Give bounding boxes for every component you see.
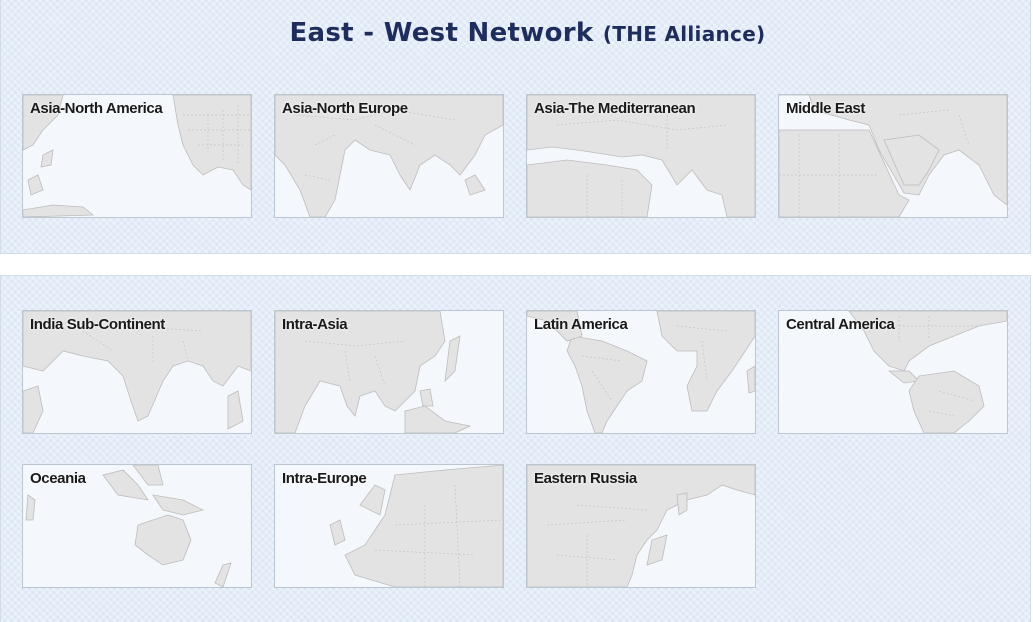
route-tile-middle-east[interactable]: Middle East	[778, 94, 1008, 218]
route-tile-india-sub-continent[interactable]: India Sub-Continent	[22, 310, 252, 434]
tile-label: Latin America	[534, 316, 628, 333]
tile-label: Asia-The Mediterranean	[534, 100, 696, 117]
tile-label: Intra-Europe	[282, 470, 367, 487]
tile-label: Oceania	[30, 470, 86, 487]
title-main: East - West Network	[289, 18, 594, 48]
title-sub: (THE Alliance)	[602, 22, 766, 46]
tile-label: Intra-Asia	[282, 316, 348, 333]
tile-label: Eastern Russia	[534, 470, 637, 487]
route-tile-central-america[interactable]: Central America	[778, 310, 1008, 434]
tile-label: Middle East	[786, 100, 865, 117]
tile-label: Asia-North America	[30, 100, 163, 117]
route-tile-asia-mediterranean[interactable]: Asia-The Mediterranean	[526, 94, 756, 218]
tile-label: Asia-North Europe	[282, 100, 408, 117]
route-tile-latin-america[interactable]: Latin America	[526, 310, 756, 434]
route-tile-oceania[interactable]: Oceania	[22, 464, 252, 588]
tile-label: India Sub-Continent	[30, 316, 165, 333]
route-tile-asia-north-america[interactable]: Asia-North America	[22, 94, 252, 218]
page-title: East - West Network (THE Alliance)	[1, 18, 1033, 48]
route-tile-asia-north-europe[interactable]: Asia-North Europe	[274, 94, 504, 218]
route-tile-intra-europe[interactable]: Intra-Europe	[274, 464, 504, 588]
route-tile-intra-asia[interactable]: Intra-Asia	[274, 310, 504, 434]
route-tile-eastern-russia[interactable]: Eastern Russia	[526, 464, 756, 588]
tile-label: Central America	[786, 316, 895, 333]
